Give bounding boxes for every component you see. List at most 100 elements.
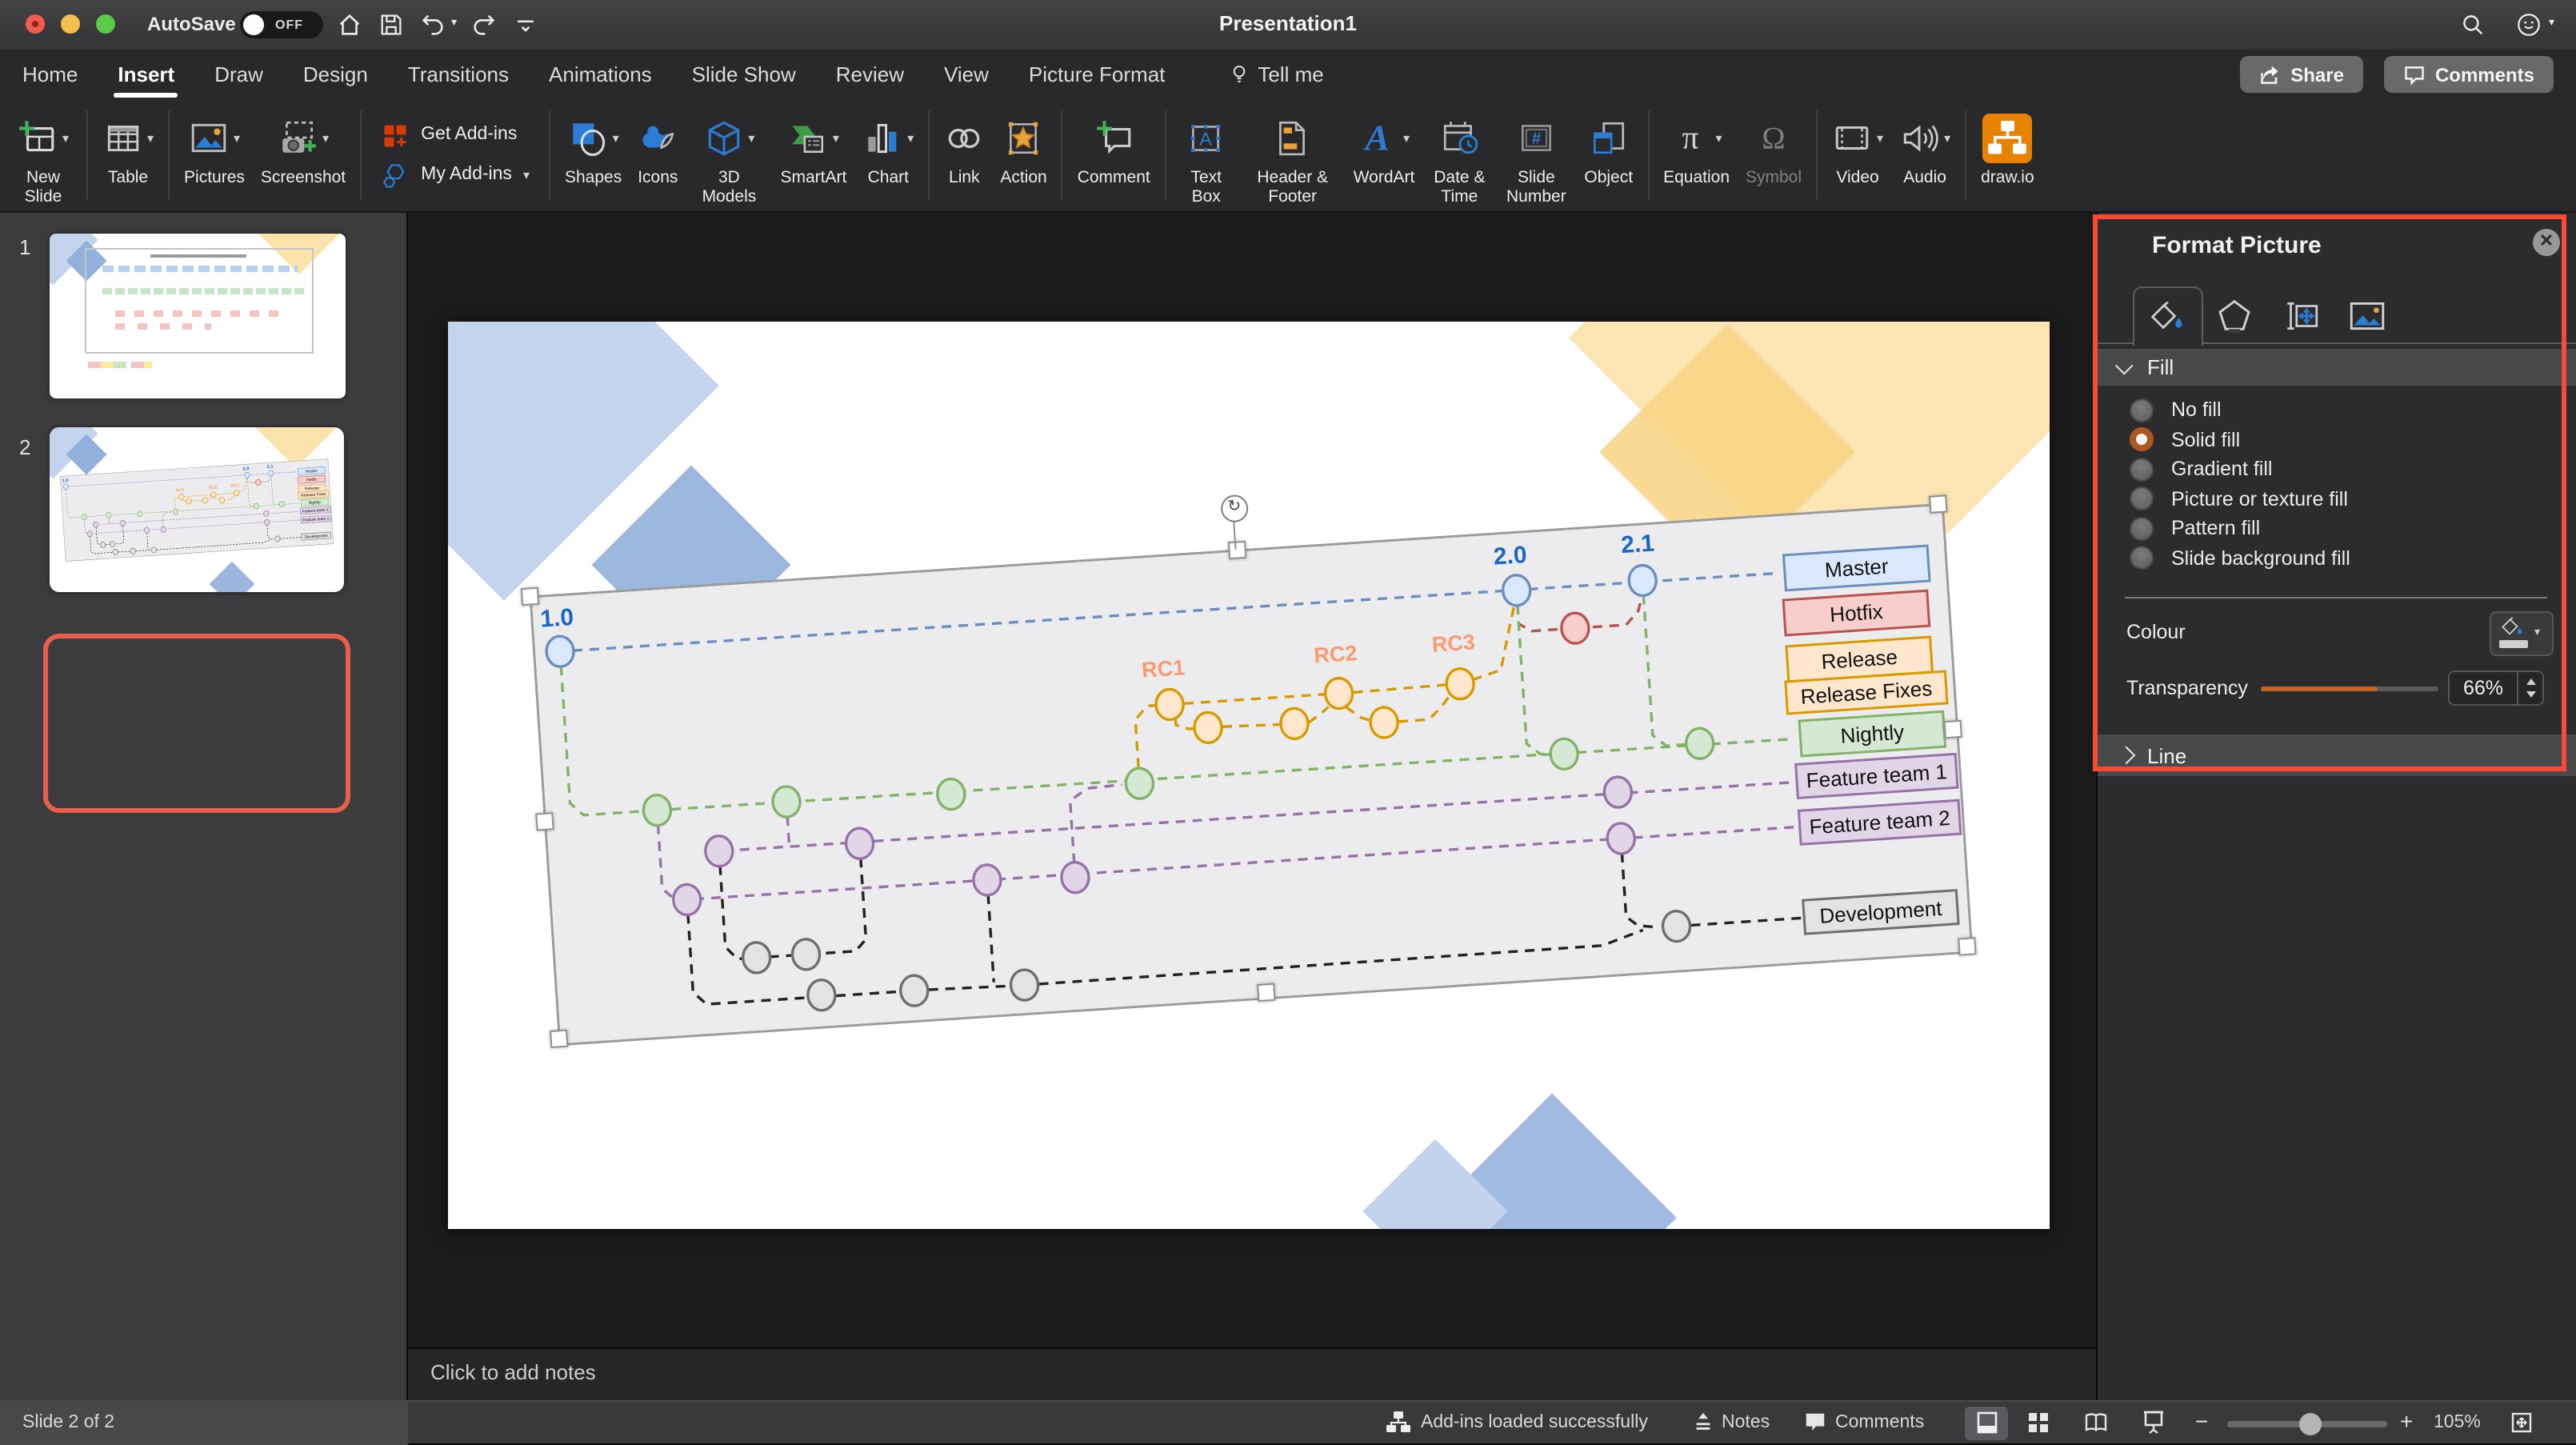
pictures-label: Pictures	[184, 168, 245, 188]
fill-option-no-fill[interactable]: No fill	[2130, 395, 2222, 424]
notes-area[interactable]: Click to add notes	[408, 1347, 2096, 1400]
transparency-slider-track[interactable]	[2261, 686, 2438, 691]
slide-number-button[interactable]: Slide Number	[1496, 99, 1576, 211]
action-button[interactable]: Action	[992, 99, 1054, 211]
reading-view-icon[interactable]	[2083, 1410, 2109, 1435]
fill-section-header[interactable]: Fill	[2098, 349, 2576, 386]
resize-handle-bottom-center[interactable]	[1257, 983, 1275, 1002]
comment-button[interactable]: Comment	[1070, 99, 1158, 211]
header-footer-button[interactable]: Header & Footer	[1240, 99, 1346, 211]
fill-option-solid-fill[interactable]: Solid fill	[2130, 425, 2240, 454]
selected-picture[interactable]: MasterHotfixReleaseRelease FixesNightlyF…	[529, 503, 1973, 1047]
zoom-slider-thumb[interactable]	[2299, 1412, 2322, 1435]
stepper-up-icon[interactable]	[2526, 678, 2535, 685]
icons-button[interactable]: Icons	[630, 99, 686, 211]
tab-insert[interactable]: Insert	[118, 50, 174, 99]
powerpoint-window: AutoSave OFF ▾ Presentation1 ▾ Home Inse…	[0, 0, 2576, 1443]
shapes-icon	[568, 118, 608, 158]
size-properties-icon[interactable]	[2282, 296, 2322, 336]
comments-button[interactable]: Comments	[2384, 56, 2554, 93]
transparency-value-field[interactable]: 66%	[2448, 670, 2544, 706]
date-time-button[interactable]: Date & Time	[1422, 99, 1496, 211]
zoom-level[interactable]: 105%	[2434, 1413, 2481, 1432]
equation-icon	[1671, 118, 1711, 158]
fill-option-picture-or-texture-fill[interactable]: Picture or texture fill	[2130, 484, 2348, 513]
account-chevron-icon[interactable]: ▾	[2549, 16, 2554, 29]
resize-handle-bottom-left[interactable]	[550, 1030, 568, 1048]
tab-review[interactable]: Review	[836, 50, 904, 99]
my-add-ins-button[interactable]: My Add-ins ▾	[381, 161, 530, 190]
zoom-out-button[interactable]: −	[2195, 1408, 2208, 1434]
notes-toggle[interactable]: Notes	[1722, 1413, 1770, 1432]
close-icon[interactable]: ✕	[2533, 229, 2560, 256]
drawio-button[interactable]: draw.io	[1973, 99, 2042, 211]
wordart-button[interactable]: ▾ WordArt	[1346, 99, 1423, 211]
svg-text:RC3: RC3	[231, 483, 240, 489]
effects-pentagon-icon[interactable]	[2214, 296, 2254, 336]
picture-tab-icon[interactable]	[2347, 296, 2387, 336]
object-button[interactable]: Object	[1576, 99, 1641, 211]
tab-draw[interactable]: Draw	[214, 50, 263, 99]
svg-text:2.1: 2.1	[1620, 530, 1655, 558]
slide-show-icon[interactable]	[2141, 1410, 2166, 1435]
3d-models-icon	[703, 118, 743, 158]
slide-thumbnail-2[interactable]: MasterHotfixReleaseRelease FixesNightlyF…	[50, 427, 344, 592]
colour-picker-button[interactable]: ▾	[2490, 611, 2554, 656]
fill-option-slide-background-fill[interactable]: Slide background fill	[2130, 543, 2350, 572]
shapes-button[interactable]: ▾ Shapes	[557, 99, 630, 211]
fill-option-gradient-fill[interactable]: Gradient fill	[2130, 454, 2272, 483]
new-slide-icon	[18, 118, 58, 158]
colour-label: Colour	[2126, 621, 2186, 643]
slide-sorter-view-icon[interactable]	[2026, 1410, 2051, 1435]
link-button[interactable]: Link	[936, 99, 992, 211]
transparency-stepper[interactable]	[2517, 672, 2542, 704]
tab-tell-me[interactable]: Tell me	[1227, 50, 1323, 99]
get-add-ins-button[interactable]: Get Add-ins	[381, 121, 530, 150]
radio-icon	[2130, 546, 2154, 570]
account-icon[interactable]	[2515, 11, 2542, 38]
notes-icon[interactable]	[1691, 1410, 1715, 1434]
screenshot-button[interactable]: ▾ Screenshot	[253, 99, 354, 211]
video-button[interactable]: ▾ Video	[1824, 99, 1891, 211]
new-slide-button[interactable]: ▾ New Slide	[6, 99, 80, 211]
chevron-down-icon: ▾	[833, 130, 839, 145]
text-box-button[interactable]: Text Box	[1173, 99, 1240, 211]
tab-design[interactable]: Design	[303, 50, 368, 99]
resize-handle-middle-left[interactable]	[535, 812, 554, 831]
tab-home[interactable]: Home	[22, 50, 78, 99]
tab-view[interactable]: View	[944, 50, 989, 99]
comments-toggle[interactable]: Comments	[1835, 1413, 1924, 1432]
resize-handle-top-center[interactable]	[1228, 541, 1246, 559]
git-branch-diagram: MasterHotfixReleaseRelease FixesNightlyF…	[529, 503, 1973, 1047]
fill-option-pattern-fill[interactable]: Pattern fill	[2130, 514, 2260, 542]
pictures-button[interactable]: ▾ Pictures	[176, 99, 253, 211]
audio-button[interactable]: ▾ Audio	[1891, 99, 1958, 211]
paint-bucket-icon	[2498, 614, 2525, 638]
resize-handle-bottom-right[interactable]	[1958, 937, 1976, 955]
fit-to-window-icon[interactable]	[2509, 1410, 2534, 1435]
smartart-button[interactable]: ▾ SmartArt	[772, 99, 854, 211]
tab-picture-format[interactable]: Picture Format	[1029, 50, 1166, 99]
line-section-header[interactable]: Line	[2098, 735, 2576, 776]
tab-slide-show[interactable]: Slide Show	[692, 50, 796, 99]
search-icon[interactable]	[2459, 11, 2486, 38]
header-footer-label: Header & Footer	[1248, 168, 1338, 208]
tab-transitions[interactable]: Transitions	[408, 50, 509, 99]
resize-handle-top-right[interactable]	[1929, 494, 1947, 513]
ribbon-tab-bar: Home Insert Draw Design Transitions Anim…	[0, 50, 2576, 99]
chart-button[interactable]: ▾ Chart	[854, 99, 922, 211]
equation-button[interactable]: ▾ Equation	[1655, 99, 1738, 211]
tab-animations[interactable]: Animations	[549, 50, 652, 99]
slide-thumbnail-1[interactable]	[50, 234, 346, 398]
3d-models-button[interactable]: ▾ 3D Models	[686, 99, 772, 211]
resize-handle-top-left[interactable]	[521, 587, 539, 606]
comments-icon[interactable]	[1803, 1410, 1827, 1434]
wordart-label: WordArt	[1354, 168, 1415, 188]
table-button[interactable]: ▾ Table	[94, 99, 162, 211]
share-button[interactable]: Share	[2239, 56, 2363, 93]
zoom-in-button[interactable]: +	[2400, 1408, 2413, 1434]
transparency-value: 66%	[2450, 677, 2517, 699]
stepper-down-icon[interactable]	[2526, 691, 2535, 698]
resize-handle-middle-right[interactable]	[1943, 720, 1962, 739]
chevron-down-icon: ▾	[234, 130, 240, 145]
